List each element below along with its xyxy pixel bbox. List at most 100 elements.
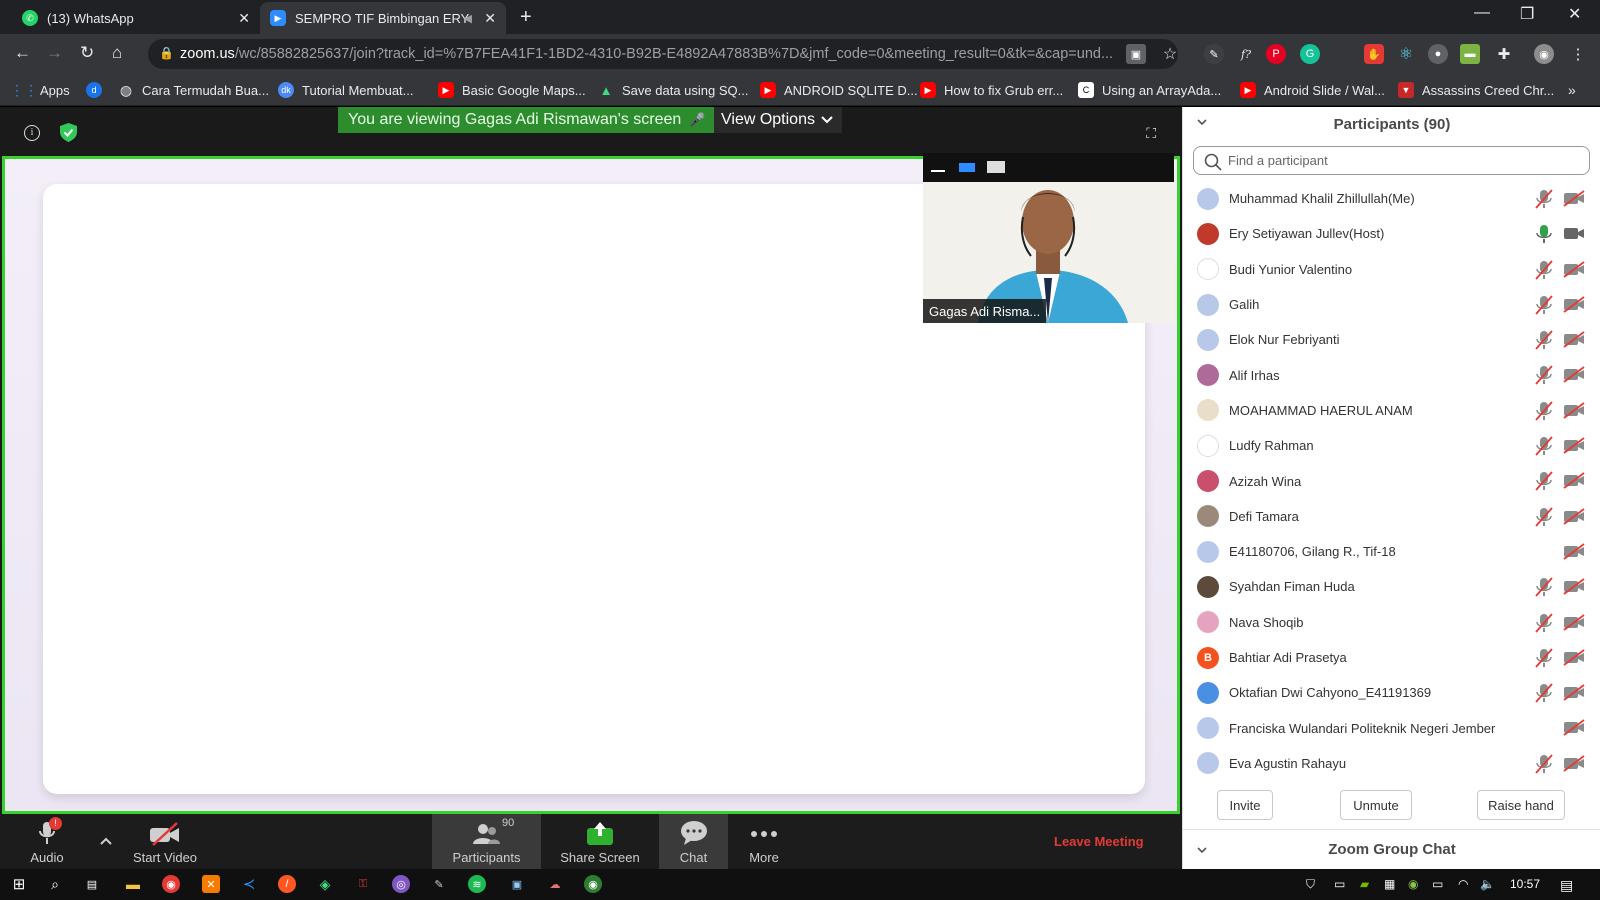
camera-off-icon[interactable] <box>1563 472 1585 490</box>
windows-start-icon[interactable]: ⊞ <box>10 875 28 893</box>
participant-row[interactable]: B Bahtiar Adi Prasetya <box>1183 640 1600 675</box>
reload-icon[interactable]: ↻ <box>80 43 94 63</box>
virtualbox-icon[interactable]: ▣ <box>508 875 526 893</box>
participants-button[interactable]: Participants 90 <box>432 814 541 869</box>
participant-row[interactable]: Nava Shoqib <box>1183 605 1600 640</box>
android-studio-icon[interactable]: ◈ <box>316 875 334 893</box>
chrome-tray-icon[interactable]: ◉ <box>1408 877 1418 891</box>
bookmark-item[interactable]: ▼ Assassins Creed Chr... <box>1398 80 1554 100</box>
bookmark-item[interactable]: ◍ Cara Termudah Bua... <box>118 80 269 100</box>
pen-tool-icon[interactable]: ✎ <box>430 875 448 893</box>
profile-avatar-icon[interactable]: ◉ <box>1534 44 1554 64</box>
volume-icon[interactable]: 🔈 <box>1480 877 1495 891</box>
audio-options-chevron-icon[interactable] <box>100 832 112 850</box>
wifi-icon[interactable]: ◠ <box>1458 877 1468 891</box>
tab-whatsapp[interactable]: ✆ (13) WhatsApp ✕ <box>12 2 260 34</box>
home-icon[interactable]: ⌂ <box>112 43 122 63</box>
minimize-icon[interactable]: — <box>1474 4 1490 22</box>
chat-button[interactable]: Chat <box>659 814 728 869</box>
camera-off-icon[interactable] <box>1563 507 1585 525</box>
extension-circle-icon[interactable]: ● <box>1428 44 1448 64</box>
camera-off-icon[interactable] <box>1563 296 1585 313</box>
participant-row[interactable]: Azizah Wina <box>1183 463 1600 498</box>
participant-row[interactable]: MOAHAMMAD HAERUL ANAM <box>1183 393 1600 428</box>
info-icon[interactable]: i <box>24 125 40 141</box>
participant-row[interactable]: Elok Nur Febriyanti <box>1183 322 1600 357</box>
microphone-on-icon[interactable] <box>1535 224 1553 244</box>
spotify-icon[interactable]: ≋ <box>468 875 486 893</box>
zoom-group-chat-header[interactable]: Zoom Group Chat <box>1183 829 1600 869</box>
bookmark-item[interactable]: dk Tutorial Membuat... <box>278 80 414 100</box>
unmute-button[interactable]: Unmute <box>1340 790 1412 820</box>
camera-off-icon[interactable] <box>1563 755 1585 772</box>
close-window-icon[interactable]: ✕ <box>1568 4 1581 24</box>
participant-row[interactable]: Muhammad Khalil Zhillullah(Me) <box>1183 181 1600 216</box>
network-adapter-tray-icon[interactable]: ▦ <box>1384 877 1395 891</box>
restore-icon[interactable]: ❐ <box>1520 4 1534 24</box>
raise-hand-button[interactable]: Raise hand <box>1477 790 1565 820</box>
camera-off-icon[interactable] <box>1563 331 1585 348</box>
bookmark-item[interactable]: C Using an ArrayAda... <box>1078 80 1221 100</box>
formula-icon[interactable]: f? <box>1236 44 1256 64</box>
view-options-button[interactable]: View Options <box>714 107 842 133</box>
bookmark-apps[interactable]: ⋮⋮ Apps <box>10 80 70 100</box>
microphone-muted-icon[interactable] <box>1535 365 1553 386</box>
participant-row[interactable]: Eva Agustin Rahayu <box>1183 746 1600 781</box>
close-tab-icon[interactable]: ✕ <box>238 10 250 27</box>
microphone-muted-icon[interactable] <box>1535 683 1553 703</box>
bookmark-item[interactable]: ▶ ANDROID SQLITE D... <box>760 80 918 100</box>
more-button[interactable]: More <box>744 814 784 869</box>
camera-off-icon[interactable] <box>1563 543 1585 560</box>
microphone-muted-icon[interactable] <box>1535 189 1553 209</box>
shield-icon[interactable] <box>60 123 77 142</box>
participant-row[interactable]: Ludfy Rahman <box>1183 428 1600 463</box>
collapse-chevron-icon[interactable] <box>1197 117 1207 127</box>
react-devtools-icon[interactable]: ⚛ <box>1396 44 1416 64</box>
bookmark-item[interactable]: ▶ Android Slide / Wal... <box>1240 80 1385 100</box>
camera-off-icon[interactable] <box>1563 613 1585 631</box>
new-tab-button[interactable]: + <box>520 6 532 29</box>
extension-green-icon[interactable]: ▬ <box>1460 44 1480 64</box>
address-bar[interactable]: 🔒 zoom.us/wc/85882825637/join?track_id=%… <box>148 39 1178 69</box>
filezilla-icon[interactable]: ⚿ <box>354 875 372 893</box>
speaker-muted-icon[interactable]: ◀ <box>464 12 472 25</box>
notifications-icon[interactable]: ▤ <box>1560 877 1573 894</box>
extension-red-icon[interactable]: ✋ <box>1364 44 1384 64</box>
extension-pen-icon[interactable]: ✎ <box>1204 44 1224 64</box>
video-tile[interactable]: Gagas Adi Risma... <box>923 153 1174 323</box>
start-video-button[interactable]: Start Video <box>130 814 200 869</box>
forward-icon[interactable]: → <box>46 43 63 63</box>
leave-meeting-button[interactable]: Leave Meeting <box>1054 834 1144 849</box>
microphone-muted-icon[interactable] <box>1535 648 1553 668</box>
collapse-chevron-icon[interactable] <box>1197 845 1207 855</box>
bookmark-item[interactable]: d <box>86 80 110 100</box>
vscode-icon[interactable]: ≺ <box>240 875 258 893</box>
minimize-video-icon[interactable] <box>931 170 945 172</box>
kebab-menu-icon[interactable]: ⋮ <box>1568 44 1588 64</box>
microphone-muted-icon[interactable] <box>1535 330 1553 350</box>
camera-off-icon[interactable] <box>1563 719 1585 737</box>
microphone-muted-icon[interactable] <box>1535 471 1553 491</box>
camera-off-icon[interactable] <box>1563 260 1585 278</box>
camera-off-icon[interactable] <box>1563 649 1585 666</box>
display-tray-icon[interactable]: ▭ <box>1334 877 1345 891</box>
camera-blocked-icon[interactable]: ▣ <box>1126 44 1146 64</box>
microphone-muted-icon[interactable] <box>1535 507 1553 527</box>
task-view-icon[interactable]: ▤ <box>83 875 101 893</box>
share-screen-button[interactable]: Share Screen <box>556 814 644 869</box>
participant-row[interactable]: Alif Irhas <box>1183 357 1600 392</box>
camera-on-icon[interactable] <box>1563 225 1585 242</box>
microphone-muted-icon[interactable] <box>1535 295 1553 315</box>
chrome-icon[interactable]: ◉ <box>162 875 180 893</box>
app-cloud-icon[interactable]: ☁ <box>546 875 564 893</box>
shield-tray-icon[interactable]: ⛉ <box>1306 877 1315 892</box>
participant-row[interactable]: Syahdan Fiman Huda <box>1183 569 1600 604</box>
sublime-icon[interactable]: / <box>278 875 296 893</box>
camera-off-icon[interactable] <box>1563 366 1585 384</box>
microphone-muted-icon[interactable] <box>1535 612 1553 633</box>
camera-off-icon[interactable] <box>1563 578 1585 595</box>
fullscreen-icon[interactable]: ⛶ <box>1146 125 1156 142</box>
taskbar-clock[interactable]: 10:57 <box>1510 877 1540 891</box>
bookmark-item[interactable]: ▲ Save data using SQ... <box>598 80 749 100</box>
pinterest-icon[interactable]: P <box>1266 44 1286 64</box>
